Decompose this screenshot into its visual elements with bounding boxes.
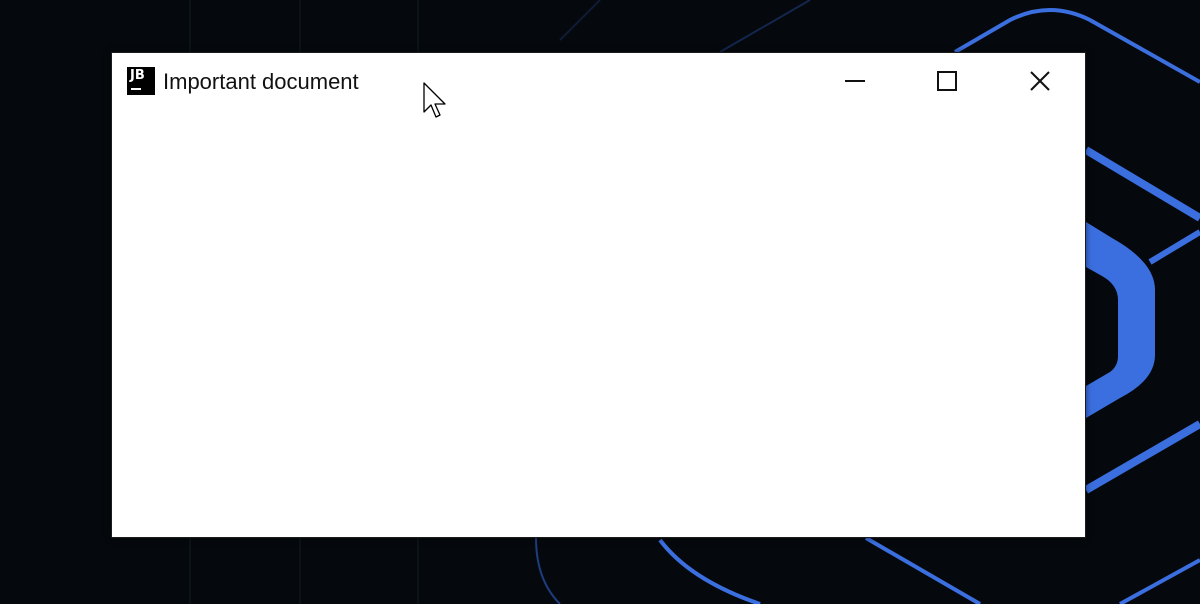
application-window[interactable]: JB Important document: [111, 52, 1086, 538]
minimize-icon: [845, 80, 865, 82]
app-icon-underline: [131, 88, 141, 90]
minimize-button[interactable]: [809, 53, 901, 109]
app-icon-text: JB: [130, 68, 145, 83]
maximize-icon: [937, 71, 957, 91]
jetbrains-logo-icon: JB: [127, 67, 155, 95]
close-button[interactable]: [993, 53, 1086, 109]
maximize-button[interactable]: [901, 53, 993, 109]
document-content-area[interactable]: [112, 109, 1085, 537]
title-bar[interactable]: JB Important document: [112, 53, 1085, 109]
desktop: JB Important document: [0, 0, 1200, 604]
close-icon: [1030, 71, 1050, 91]
window-title: Important document: [163, 69, 359, 94]
